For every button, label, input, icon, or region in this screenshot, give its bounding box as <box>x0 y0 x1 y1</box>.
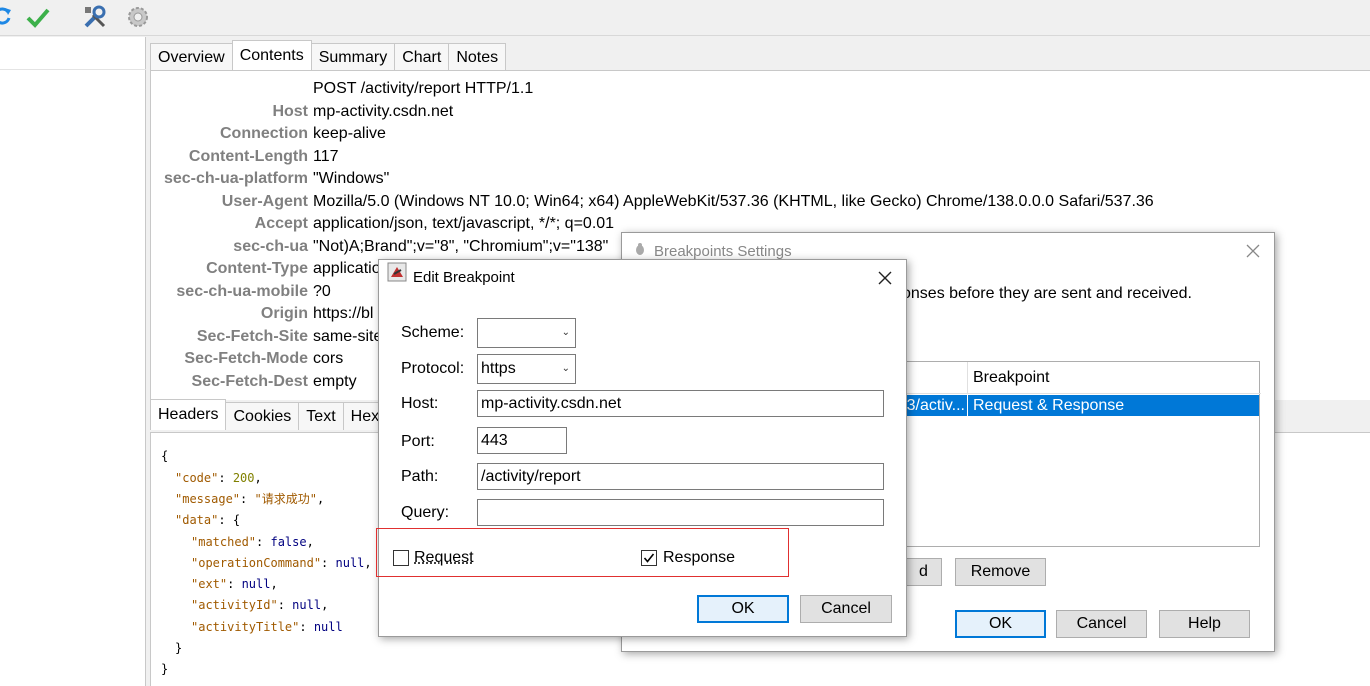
close-icon[interactable] <box>874 267 896 289</box>
header-key: sec-ch-ua <box>233 238 308 255</box>
port-input[interactable]: 443 <box>477 427 567 454</box>
breakpoint-list[interactable]: Breakpoint 3/activ... Request & Response <box>904 361 1261 547</box>
header-key: Connection <box>220 125 308 142</box>
header-value: empty <box>313 373 357 390</box>
chevron-down-icon: ⌄ <box>561 363 570 374</box>
json-line: "matched": false, <box>191 535 314 549</box>
host-label: Host: <box>401 395 439 412</box>
tab-text[interactable]: Text <box>298 402 344 430</box>
scheme-label: Scheme: <box>401 324 465 341</box>
port-label: Port: <box>401 433 435 450</box>
header-value: same-site <box>313 328 383 345</box>
close-icon[interactable] <box>1242 240 1264 262</box>
json-line: "operationCommand": null, <box>191 556 372 570</box>
header-key: Sec-Fetch-Site <box>196 328 308 345</box>
json-line: "message": "请求成功", <box>175 492 325 506</box>
response-tabs: Headers Cookies Text Hex <box>150 399 388 430</box>
app-icon <box>387 261 407 295</box>
help-button[interactable]: Help <box>1159 610 1250 638</box>
protocol-select[interactable]: https ⌄ <box>477 354 576 384</box>
header-key: Origin <box>260 305 308 322</box>
query-input[interactable] <box>477 499 884 526</box>
remove-button[interactable]: Remove <box>955 558 1046 586</box>
header-value: https://bl <box>313 305 374 322</box>
header-value: keep-alive <box>313 125 386 142</box>
path-label: Path: <box>401 468 439 485</box>
column-divider <box>967 362 968 394</box>
add-button[interactable]: d <box>906 558 942 586</box>
header-key: Content-Type <box>206 260 308 277</box>
header-key: Host <box>272 103 308 120</box>
ok-button[interactable]: OK <box>955 610 1046 638</box>
edit-breakpoint-dialog: Edit Breakpoint Scheme: ⌄ Protocol: http… <box>378 259 907 637</box>
inspector-tabs: Overview Contents Summary Chart Notes <box>150 40 507 71</box>
json-line: "data": { <box>175 513 241 527</box>
tools-icon[interactable] <box>81 4 109 30</box>
dialog-title: Edit Breakpoint <box>413 269 515 286</box>
list-item-type: Request & Response <box>973 397 1125 414</box>
tab-overview[interactable]: Overview <box>150 43 233 71</box>
header-value: mp-activity.csdn.net <box>313 103 454 120</box>
gear-icon[interactable] <box>124 4 152 30</box>
header-value: applicatio <box>313 260 381 277</box>
json-line: "activityTitle": null <box>191 620 343 634</box>
header-key: Content-Length <box>188 148 308 165</box>
column-header-breakpoint[interactable]: Breakpoint <box>973 369 1050 387</box>
path-input[interactable]: /activity/report <box>477 463 884 490</box>
header-key: sec-ch-ua-mobile <box>176 283 308 300</box>
header-value: "Windows" <box>313 170 390 187</box>
header-value: cors <box>313 350 344 367</box>
header-value: ?0 <box>313 283 331 300</box>
header-key: Sec-Fetch-Dest <box>191 373 308 390</box>
header-key: User-Agent <box>221 193 308 210</box>
list-item[interactable]: 3/activ... Request & Response <box>905 395 1259 416</box>
toolbar <box>0 0 1370 36</box>
header-value: application/json, text/javascript, */*; … <box>313 215 615 232</box>
header-key: sec-ch-ua-platform <box>163 170 308 187</box>
tab-cookies[interactable]: Cookies <box>225 402 300 430</box>
ok-button[interactable]: OK <box>697 595 789 623</box>
list-item-url: 3/activ... <box>906 397 965 414</box>
highlight-box <box>376 528 789 577</box>
json-line: "code": 200, <box>175 471 262 485</box>
header-value: Mozilla/5.0 (Windows NT 10.0; Win64; x64… <box>313 193 1154 210</box>
divider <box>0 69 146 70</box>
cancel-button[interactable]: Cancel <box>800 595 892 623</box>
request-line: POST /activity/report HTTP/1.1 <box>313 80 534 97</box>
query-label: Query: <box>401 504 450 521</box>
protocol-label: Protocol: <box>401 360 465 377</box>
json-line: "activityId": null, <box>191 598 329 612</box>
json-line: } <box>175 641 183 655</box>
dialog-titlebar: Edit Breakpoint <box>387 261 515 295</box>
header-key: Sec-Fetch-Mode <box>184 350 308 367</box>
session-list[interactable] <box>0 37 146 686</box>
tab-summary[interactable]: Summary <box>310 43 396 71</box>
json-line: { <box>161 449 169 463</box>
json-line: "ext": null, <box>191 577 278 591</box>
checkmark-icon[interactable] <box>24 4 52 30</box>
list-header: Breakpoint <box>905 362 1261 394</box>
tab-chart[interactable]: Chart <box>394 43 450 71</box>
header-value: "Not)A;Brand";v="8", "Chromium";v="138" <box>313 238 609 255</box>
tab-notes[interactable]: Notes <box>448 43 507 71</box>
header-value: 117 <box>313 148 339 165</box>
tab-contents[interactable]: Contents <box>231 40 312 71</box>
scheme-select[interactable]: ⌄ <box>477 318 576 348</box>
column-divider <box>967 395 968 416</box>
tab-headers[interactable]: Headers <box>150 399 227 430</box>
dialog-title: Breakpoints Settings <box>654 243 792 260</box>
header-key: Accept <box>254 215 308 232</box>
refresh-icon[interactable] <box>0 4 16 30</box>
chevron-down-icon: ⌄ <box>561 327 570 338</box>
cancel-button[interactable]: Cancel <box>1056 610 1147 638</box>
json-line: } <box>161 662 169 676</box>
host-input[interactable]: mp-activity.csdn.net <box>477 390 884 417</box>
dialog-description: onses before they are sent and received. <box>902 285 1192 302</box>
